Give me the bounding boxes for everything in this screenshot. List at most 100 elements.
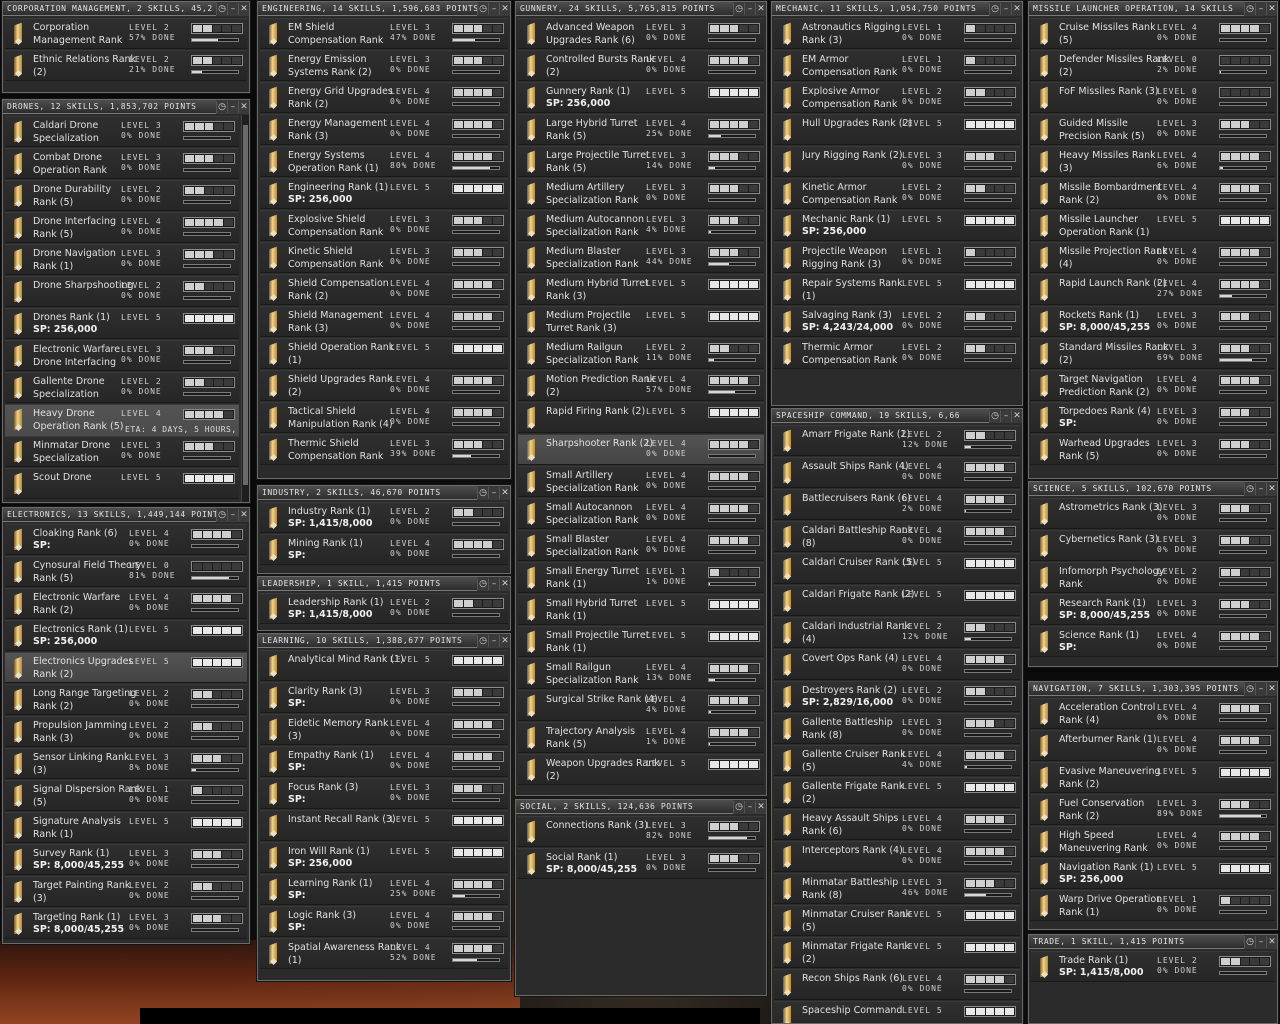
skill-row[interactable]: Small Projectile Turret Rank (1) LEVEL 5	[518, 626, 764, 657]
skill-row[interactable]: Caldari Cruiser Rank (5) LEVEL 5	[774, 553, 1020, 584]
skill-row[interactable]: Medium Railgun Specialization Rank LEVEL …	[518, 338, 764, 369]
skill-row[interactable]: Projectile Weapon Rigging Rank (3) LEVEL …	[774, 242, 1020, 273]
skill-row[interactable]: Jury Rigging Rank (2) LEVEL 3 0% DONE	[774, 146, 1020, 177]
minimize-icon[interactable]: –	[744, 800, 755, 813]
info-icon[interactable]: ◷	[216, 2, 227, 15]
skill-row[interactable]: Analytical Mind Rank (1) LEVEL 5	[260, 650, 508, 681]
minimize-icon[interactable]: –	[488, 2, 499, 15]
skill-row[interactable]: Drone Interfacing Rank (5) LEVEL 4 0% DONE	[5, 212, 239, 243]
skill-row[interactable]: Research Rank (1) LEVEL 3 0% DONE SP: 8,000…	[1031, 594, 1275, 625]
skill-row[interactable]: Hull Upgrades Rank (2) LEVEL 5	[774, 114, 1020, 145]
skill-row[interactable]: EM Armor Compensation Rank LEVEL 1 0% DONE	[774, 50, 1020, 81]
window-header[interactable]: GUNNERY, 24 SKILLS, 5,765,815 POINTS ◷ – ✕	[516, 2, 766, 16]
skill-row[interactable]: Electronics Rank (1) LEVEL 5 SP: 256,000	[5, 620, 247, 651]
info-icon[interactable]: ◷	[733, 2, 744, 15]
info-icon[interactable]: ◷	[477, 634, 488, 647]
info-icon[interactable]: ◷	[1244, 682, 1255, 695]
skill-row[interactable]: Recon Ships Rank (6) LEVEL 4 0% DONE	[774, 969, 1020, 1000]
window-header[interactable]: ELECTRONICS, 13 SKILLS, 1,449,144 POINTS…	[3, 508, 249, 522]
skill-row[interactable]: Drone Sharpshooting LEVEL 2 0% DONE	[5, 276, 239, 307]
close-icon[interactable]: ✕	[499, 634, 510, 647]
skill-row[interactable]: High Speed Maneuvering Rank LEVEL 4 0% DON…	[1031, 826, 1275, 857]
window-header[interactable]: INDUSTRY, 2 SKILLS, 46,670 POINTS ◷ – ✕	[258, 486, 510, 500]
skill-row[interactable]: Cruise Missiles Rank (5) LEVEL 4 0% DONE	[1031, 18, 1275, 49]
skill-row[interactable]: Interceptors Rank (4) LEVEL 4 0% DONE	[774, 841, 1020, 872]
skill-row[interactable]: Astronautics Rigging Rank (3) LEVEL 1 0% D…	[774, 18, 1020, 49]
skill-row[interactable]: Standard Missiles Rank (2) LEVEL 3 69% DON…	[1031, 338, 1275, 369]
skill-row[interactable]: Evasive Maneuvering Rank (2) LEVEL 5	[1031, 762, 1275, 793]
skill-row[interactable]: Guided Missile Precision Rank (5) LEVEL 3…	[1031, 114, 1275, 145]
skill-row[interactable]: Small Energy Turret Rank (1) LEVEL 1 1% DO…	[518, 562, 764, 593]
skill-row[interactable]: Signal Dispersion Rank (5) LEVEL 1 0% DONE	[5, 780, 247, 811]
skill-row[interactable]: Drones Rank (1) LEVEL 5 SP: 256,000	[5, 308, 239, 339]
skill-row[interactable]: Engineering Rank (1) LEVEL 5 SP: 256,000	[260, 178, 508, 209]
window-header[interactable]: MECHANIC, 11 SKILLS, 1,054,750 POINTS ◷ – ✕	[772, 2, 1022, 16]
window-header[interactable]: CORPORATION MANAGEMENT, 2 SKILLS, 45,2 ◷ –…	[3, 2, 249, 16]
minimize-icon[interactable]: –	[227, 100, 238, 113]
skill-row[interactable]: Rapid Firing Rank (2) LEVEL 5	[518, 402, 764, 433]
close-icon[interactable]: ✕	[1266, 682, 1277, 695]
skill-row[interactable]: Missile Bombardment Rank (2) LEVEL 4 0% DO…	[1031, 178, 1275, 209]
skill-row[interactable]: Heavy Assault Ships Rank (6) LEVEL 4 0% DO…	[774, 809, 1020, 840]
skill-row[interactable]: Energy Grid Upgrades Rank (2) LEVEL 4 0% D…	[260, 82, 508, 113]
skill-row[interactable]: Small Railgun Specialization Rank LEVEL 4…	[518, 658, 764, 689]
skill-row[interactable]: Target Navigation Prediction Rank (2) LEV…	[1031, 370, 1275, 401]
skill-row[interactable]: Energy Emission Systems Rank (2) LEVEL 30…	[260, 50, 508, 81]
close-icon[interactable]: ✕	[499, 486, 510, 499]
skill-row[interactable]: Destroyers Rank (2) LEVEL 2 0% DONE SP: 2,8…	[774, 681, 1020, 712]
minimize-icon[interactable]: –	[227, 2, 238, 15]
info-icon[interactable]: ◷	[1244, 935, 1255, 948]
skill-row[interactable]: Iron Will Rank (1) LEVEL 5 SP: 256,000	[260, 842, 508, 873]
skill-row[interactable]: Advanced Weapon Upgrades Rank (6) LEVEL 3…	[518, 18, 764, 49]
skill-row[interactable]: Signature Analysis Rank (1) LEVEL 5	[5, 812, 247, 843]
skill-row[interactable]: Kinetic Armor Compensation Rank LEVEL 2 0%…	[774, 178, 1020, 209]
close-icon[interactable]: ✕	[755, 800, 766, 813]
skill-row[interactable]: Navigation Rank (1) LEVEL 5 SP: 256,000	[1031, 858, 1275, 889]
close-icon[interactable]: ✕	[1266, 482, 1277, 495]
close-icon[interactable]: ✕	[1011, 2, 1022, 15]
skill-row[interactable]: Gallente Cruiser Rank (5) LEVEL 4 4% DONE	[774, 745, 1020, 776]
skill-row[interactable]: Shield Upgrades Rank (2) LEVEL 4 0% DONE	[260, 370, 508, 401]
skill-row[interactable]: Logic Rank (3) LEVEL 4 0% DONE SP:	[260, 906, 508, 937]
minimize-icon[interactable]: –	[1255, 935, 1266, 948]
skill-row[interactable]: Mining Rank (1) LEVEL 4 0% DONE SP:	[260, 534, 508, 565]
skill-row[interactable]: Social Rank (1) LEVEL 3 0% DONE SP: 8,000/4…	[518, 848, 764, 879]
skill-row[interactable]: Astrometrics Rank (3) LEVEL 3 0% DONE	[1031, 498, 1275, 529]
skill-row[interactable]: Energy Systems Operation Rank (1) LEVEL 4…	[260, 146, 508, 177]
skill-row[interactable]: Survey Rank (1) LEVEL 3 0% DONE SP: 8,000/4…	[5, 844, 247, 875]
skill-row[interactable]: Small Artillery Specialization Rank LEVEL…	[518, 466, 764, 497]
skill-row[interactable]: Target Painting Rank (3) LEVEL 2 0% DONE	[5, 876, 247, 907]
skill-row[interactable]: Connections Rank (3) LEVEL 3 82% DONE	[518, 816, 764, 847]
skill-row[interactable]: Clarity Rank (3) LEVEL 3 0% DONE SP:	[260, 682, 508, 713]
window-header[interactable]: NAVIGATION, 7 SKILLS, 1,303,395 POINTS ◷ –…	[1029, 682, 1277, 696]
info-icon[interactable]: ◷	[733, 800, 744, 813]
skill-row[interactable]: FoF Missiles Rank (3) LEVEL 0 0% DONE	[1031, 82, 1275, 113]
skill-row[interactable]: Long Range Targeting Rank (2) LEVEL 2 0% D…	[5, 684, 247, 715]
skill-row[interactable]: Learning Rank (1) LEVEL 4 25% DONE SP:	[260, 874, 508, 905]
skill-row[interactable]: Caldari Drone Specialization LEVEL 3 0% DO…	[5, 116, 239, 147]
skill-row[interactable]: Science Rank (1) LEVEL 4 0% DONE SP:	[1031, 626, 1275, 657]
skill-row[interactable]: Caldari Industrial Rank (4) LEVEL 2 12% DO…	[774, 617, 1020, 648]
info-icon[interactable]: ◷	[477, 2, 488, 15]
skill-row[interactable]: Heavy Missiles Rank (3) LEVEL 4 6% DONE	[1031, 146, 1275, 177]
skill-row[interactable]: Surgical Strike Rank (4) LEVEL 4 4% DONE	[518, 690, 764, 721]
minimize-icon[interactable]: –	[1255, 682, 1266, 695]
skill-row[interactable]: EM Shield Compensation Rank LEVEL 3 47% DO…	[260, 18, 508, 49]
info-icon[interactable]: ◷	[216, 508, 227, 521]
skill-row[interactable]: Gallente Drone Specialization LEVEL 2 0% D…	[5, 372, 239, 403]
skill-row[interactable]: Thermic Shield Compensation Rank LEVEL 33…	[260, 434, 508, 465]
skill-row[interactable]: Controlled Bursts Rank (2) LEVEL 4 0% DONE	[518, 50, 764, 81]
skill-row[interactable]: Rapid Launch Rank (2) LEVEL 4 27% DONE	[1031, 274, 1275, 305]
skill-row[interactable]: Rockets Rank (1) LEVEL 3 0% DONE SP: 8,000/…	[1031, 306, 1275, 337]
skill-row[interactable]: Corporation Management Rank LEVEL 2 57% DO…	[5, 18, 247, 49]
skill-row[interactable]: Assault Ships Rank (4) LEVEL 4 0% DONE	[774, 457, 1020, 488]
skill-row[interactable]: Missile Launcher Operation Rank (1) LEVEL…	[1031, 210, 1275, 241]
info-icon[interactable]: ◷	[477, 486, 488, 499]
skill-row[interactable]: Afterburner Rank (1) LEVEL 4 0% DONE	[1031, 730, 1275, 761]
skill-row[interactable]: Ethnic Relations Rank (2) LEVEL 2 21% DONE	[5, 50, 247, 81]
skill-row[interactable]: Small Hybrid Turret Rank (1) LEVEL 5	[518, 594, 764, 625]
close-icon[interactable]: ✕	[238, 100, 249, 113]
minimize-icon[interactable]: –	[488, 577, 499, 590]
skill-row[interactable]: Small Autocannon Specialization Rank LEVE…	[518, 498, 764, 529]
minimize-icon[interactable]: –	[1255, 482, 1266, 495]
